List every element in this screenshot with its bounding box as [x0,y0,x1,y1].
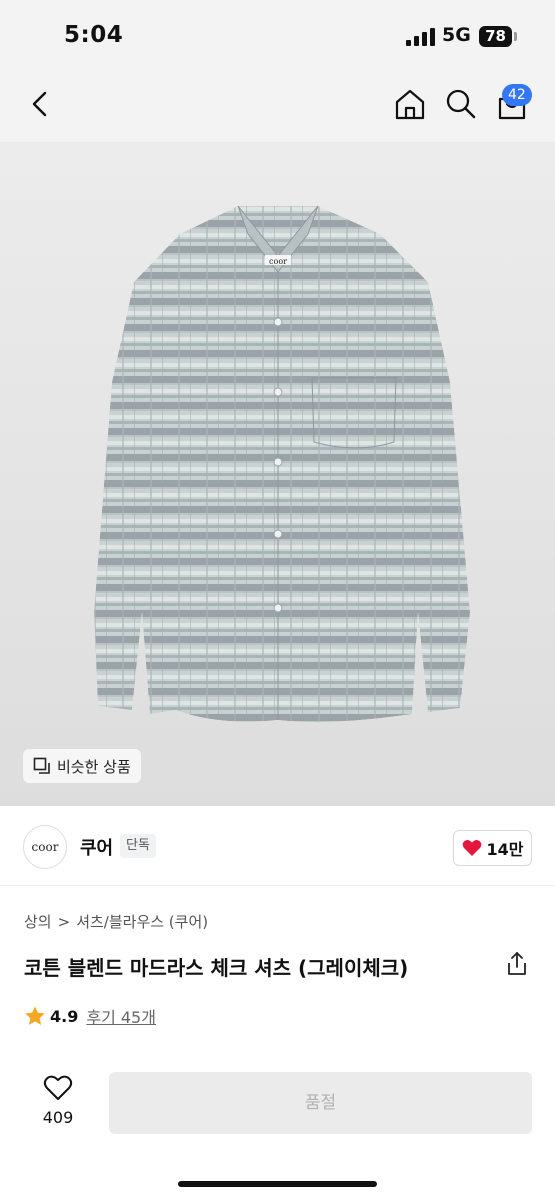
heart-outline-icon [43,1075,73,1100]
rating: 4.9 후기 45개 [24,1004,156,1028]
review-count-link[interactable]: 후기 45개 [86,1004,156,1028]
shirt-illustration: coor [94,205,470,722]
heart-filled-icon [462,840,481,856]
cart-count-badge: 42 [502,84,532,106]
chevron-left-icon[interactable] [28,90,54,118]
breadcrumb-separator: > [57,912,71,931]
exclusive-badge: 단독 [120,834,156,858]
like-count: 409 [42,1108,74,1127]
battery-icon: 78 [479,26,512,47]
shirt-label-text: coor [269,257,287,266]
breadcrumb-category[interactable]: 상의 [24,911,52,932]
rating-score: 4.9 [50,1006,79,1026]
product-title: 코튼 블렌드 마드라스 체크 셔츠 (그레이체크) [24,956,409,980]
brand-logo[interactable]: coor [23,825,67,869]
product-image[interactable]: coor [0,142,555,806]
status-bar: 5:04 5G [0,0,555,70]
share-icon[interactable] [505,951,529,977]
home-indicator [178,1181,377,1187]
breadcrumb: 상의 > 셔츠/블라우스 (쿠어) [24,911,208,932]
brand-row: coor 쿠어 단독 14만 [0,806,555,886]
breadcrumb-subcategory[interactable]: 셔츠/블라우스 (쿠어) [76,911,208,932]
sold-out-button[interactable]: 품절 [109,1072,532,1134]
brand-like-button[interactable]: 14만 [453,830,532,866]
home-icon[interactable] [393,87,427,121]
cellular-signal-icon [406,28,436,46]
similar-products-label: 비슷한 상품 [57,757,131,776]
similar-products-button[interactable]: 비슷한 상품 [23,749,141,783]
brand-name[interactable]: 쿠어 [80,834,113,860]
star-icon [25,1006,45,1025]
copy-icon [33,757,50,774]
like-button[interactable]: 409 [30,1074,86,1127]
brand-like-count: 14만 [486,840,524,859]
battery-tip [514,32,517,41]
status-time: 5:04 [64,22,124,48]
network-type: 5G [442,24,471,46]
search-icon[interactable] [445,88,477,120]
